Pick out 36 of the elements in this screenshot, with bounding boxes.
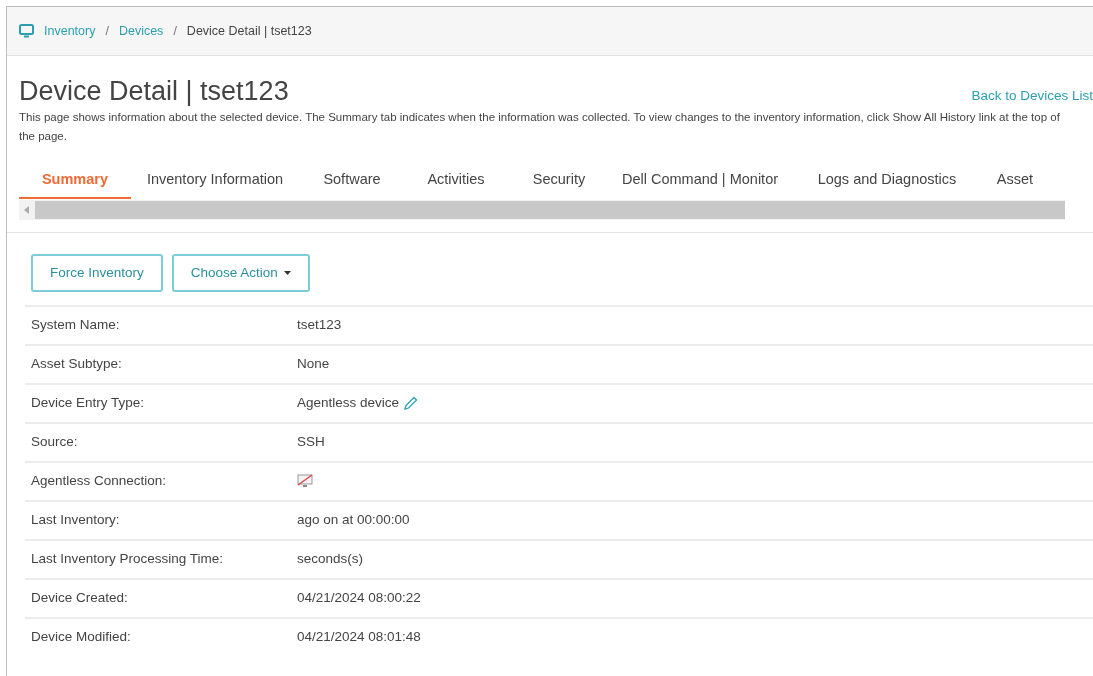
field-label: Agentless Connection: (30, 472, 168, 491)
field-label: Last Inventory Processing Time: (30, 550, 225, 569)
breadcrumb-separator: / (173, 22, 177, 40)
page-description: This page shows information about the selected device. The Summary tab indicates when the information was collected. To view changes to the inventory information, click Show All History link at the top of the page. (18, 110, 1061, 144)
scroll-left-icon[interactable] (24, 206, 30, 214)
field-label: System Name: (30, 316, 121, 335)
tab[interactable]: Dell Command | Monitor (611, 164, 789, 199)
tab[interactable]: Inventory Information (131, 164, 299, 199)
tab[interactable]: Security (507, 164, 611, 199)
field-label: Last Inventory: (30, 511, 121, 530)
field-value: 04/21/2024 08:00:22 (297, 589, 421, 608)
field-label: Device Modified: (30, 628, 132, 647)
field-value: Agentless device (297, 394, 400, 413)
tab[interactable]: Software (299, 164, 405, 199)
field-label: Device Entry Type: (30, 394, 146, 413)
page-title: Device Detail | tset123 (19, 75, 289, 108)
field-value: 04/21/2024 08:01:48 (297, 628, 421, 647)
field-value: seconds(s) (297, 550, 364, 569)
tab[interactable]: Logs and Diagnostics (789, 164, 985, 199)
field-label: Device Created: (30, 589, 129, 608)
force-inventory-button[interactable]: Force Inventory (31, 254, 163, 292)
monitor-icon (19, 24, 34, 38)
field-label: Asset Subtype: (30, 355, 123, 374)
disconnected-monitor-icon (297, 474, 313, 489)
breadcrumb-separator: / (105, 22, 109, 40)
field-value: ago on at 00:00:00 (297, 511, 410, 530)
pencil-icon[interactable] (403, 396, 419, 411)
caret-icon (283, 271, 291, 275)
field-value: SSH (297, 433, 325, 452)
field-value: tset123 (297, 316, 342, 335)
action-dropdown[interactable]: Choose Action (171, 254, 310, 292)
tab[interactable]: Asset (985, 164, 1045, 199)
tab[interactable]: Activities (405, 164, 507, 199)
field-value: None (297, 355, 330, 374)
field-label: Source: (30, 433, 79, 452)
breadcrumb-current: Device Detail | tset123 (186, 22, 312, 40)
